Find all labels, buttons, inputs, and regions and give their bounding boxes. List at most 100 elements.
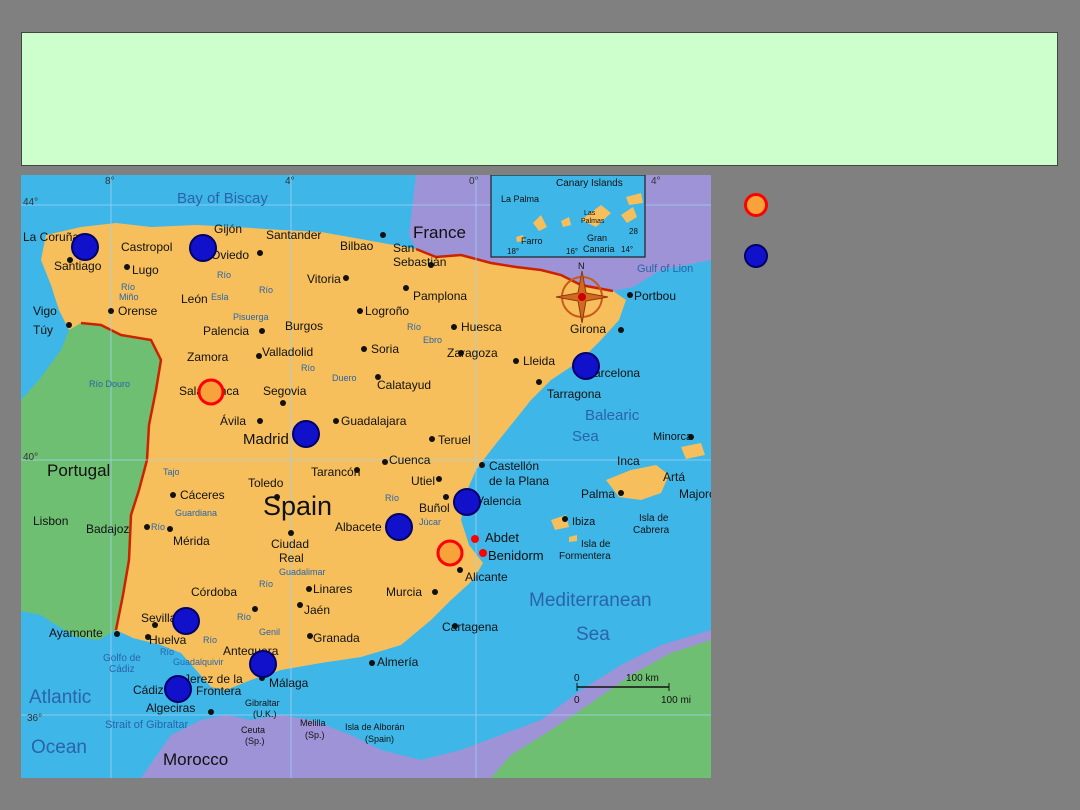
city-label: Túy [33,323,53,337]
city-label: Tarancón [311,465,360,479]
city-label: Frontera [196,684,242,698]
city-label: Madrid [243,431,289,448]
city-label: Ciudad [271,537,309,551]
inset-label: Las [584,210,596,217]
orange-marker-salamanca[interactable] [197,378,225,406]
blue-marker-valencia[interactable] [453,488,481,516]
water-label: Gulf of Lion [637,263,693,275]
city-label: Castellón [489,459,539,473]
city-label: Artá [663,470,685,484]
blue-marker-albacete[interactable] [385,513,413,541]
lat-label: 36° [27,713,42,724]
city-label: Cádiz [133,683,164,697]
city-label: Palma [581,487,615,501]
blue-marker-oviedo[interactable] [189,234,217,262]
river-label: Río [259,285,273,295]
city-label: Santander [266,228,321,242]
inset-label: Gran [587,233,607,243]
city-label: Buñol [419,501,450,515]
blue-marker-malaga[interactable] [249,650,277,678]
blue-marker-santiago[interactable] [71,233,99,261]
inset-label: 28 [629,227,638,236]
country-label: Spain [263,491,332,521]
city-label: Ayamonte [49,626,103,640]
lon-label: 4° [285,176,295,187]
city-label: Granada [313,631,360,645]
lat-label: 44° [23,197,38,208]
river-label: Júcar [419,517,441,527]
city-label: Isla de [581,539,611,550]
inset-label: Palmas [581,218,605,225]
river-label: Pisuerga [233,312,269,322]
city-label: Minorca [653,431,693,443]
canary-islands-inset: Canary Islands La Palma Las Palmas Gran … [490,175,646,258]
legend-orange-marker [744,193,768,217]
river-label: Río [160,647,174,657]
city-label: Santiago [54,259,102,273]
city-label: Cartagena [442,620,498,634]
river-label: Guadalquivir [173,657,224,667]
city-label: Badajoz [86,522,129,536]
benidorm-dot [479,549,487,557]
city-label: Pamplona [413,289,467,303]
river-label: Esla [211,292,229,302]
water-label: Strait of Gibraltar [105,719,188,731]
city-label: Albacete [335,520,382,534]
city-label: Algeciras [146,701,195,715]
water-label: Ocean [31,737,87,758]
city-label: Utiel [411,474,435,488]
blue-marker-barcelona[interactable] [572,352,600,380]
blue-marker-madrid[interactable] [292,420,320,448]
orange-marker-abdet[interactable] [436,539,464,567]
river-label: Río [217,270,231,280]
country-label: France [413,223,466,242]
river-label: Tajo [163,467,180,477]
river-label: Guardiana [175,508,217,518]
city-label: Calatayud [377,378,431,392]
city-label: Cabrera [633,525,670,536]
city-label: Zamora [187,350,229,364]
city-label: Gijón [214,222,242,236]
lon-label: 4° [651,176,661,187]
city-label: Lugo [132,263,159,277]
river-label: Río [121,282,135,292]
water-label: Sea [576,624,610,645]
city-label: Isla de [639,513,669,524]
city-label: Portbou [634,289,676,303]
city-label: (Sp.) [305,730,325,740]
city-label: Vitoria [307,272,341,286]
inset-label: 18° [507,247,519,256]
city-label: Gibraltar [245,698,280,708]
blue-marker-cadiz[interactable] [164,675,192,703]
city-label: Isla de Alborán [345,722,405,732]
city-label: (Sp.) [245,736,265,746]
city-label: Ceuta [241,725,265,735]
city-label: Real [279,551,304,565]
city-label: Logroño [365,304,409,318]
city-label: Ávila [220,413,246,428]
river-label: Genil [259,627,280,637]
city-label: Segovia [263,384,307,398]
river-label: Río [385,493,399,503]
blue-marker-sevilla[interactable] [172,607,200,635]
inset-label: 16° [566,247,578,256]
city-label: Ibiza [572,516,596,528]
city-label: Melilla [300,718,326,728]
river-label: Río Douro [89,379,130,389]
city-label: Cáceres [180,488,225,502]
city-label: Mérida [173,534,210,548]
city-label: Murcia [386,585,422,599]
water-label: Atlantic [29,687,91,708]
water-label: Sea [572,428,599,445]
city-label: Huesca [461,320,502,334]
city-label: La Coruña [23,230,79,244]
city-label: Teruel [438,433,471,447]
city-label: Orense [118,304,158,318]
river-label: Río [237,612,251,622]
inset-title: Canary Islands [556,178,623,189]
city-label: Castropol [121,240,172,254]
city-label: Córdoba [191,585,237,599]
lat-label: 40° [23,452,38,463]
water-label: Golfo de [103,653,141,664]
city-label: Valladolid [262,345,313,359]
